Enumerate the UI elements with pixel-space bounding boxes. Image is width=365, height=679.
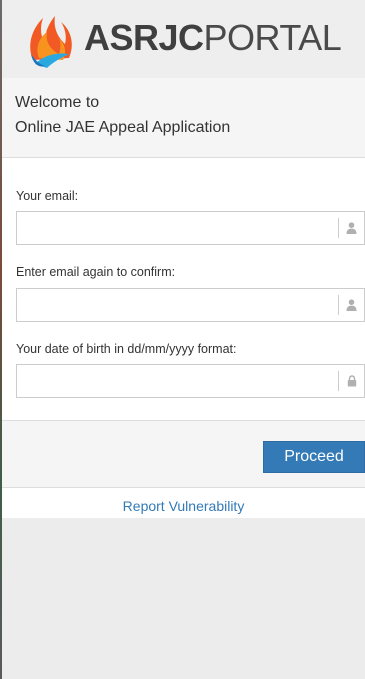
lock-icon — [338, 371, 364, 391]
email-field[interactable] — [17, 212, 339, 244]
brand-suffix: PORTAL — [203, 17, 342, 58]
brand-name: ASRJC — [84, 17, 204, 58]
login-panel: Welcome to Online JAE Appeal Application… — [2, 78, 365, 518]
dob-field-group — [16, 364, 365, 398]
proceed-button[interactable]: Proceed — [263, 441, 365, 473]
email-confirm-label: Enter email again to confirm: — [16, 265, 176, 279]
asrjc-flame-logo-icon — [30, 16, 72, 68]
portal-brand: ASRJCPORTAL — [84, 17, 342, 58]
panel-heading: Welcome to Online JAE Appeal Application — [2, 78, 365, 158]
email-field-group — [16, 211, 365, 245]
dob-label: Your date of birth in dd/mm/yyyy format: — [16, 342, 237, 356]
email-confirm-field-group — [16, 288, 365, 322]
user-icon — [338, 295, 364, 315]
panel-footer: Proceed — [2, 420, 365, 488]
user-icon — [338, 218, 364, 238]
report-vulnerability-link[interactable]: Report Vulnerability — [2, 498, 365, 514]
portal-header: ASRJCPORTAL — [2, 0, 365, 78]
email-label: Your email: — [16, 189, 79, 203]
dob-field[interactable] — [17, 365, 339, 397]
page: ASRJCPORTAL Welcome to Online JAE Appeal… — [0, 0, 365, 679]
email-confirm-field[interactable] — [17, 289, 339, 321]
application-title: Online JAE Appeal Application — [15, 119, 231, 136]
welcome-text: Welcome to — [15, 94, 100, 111]
